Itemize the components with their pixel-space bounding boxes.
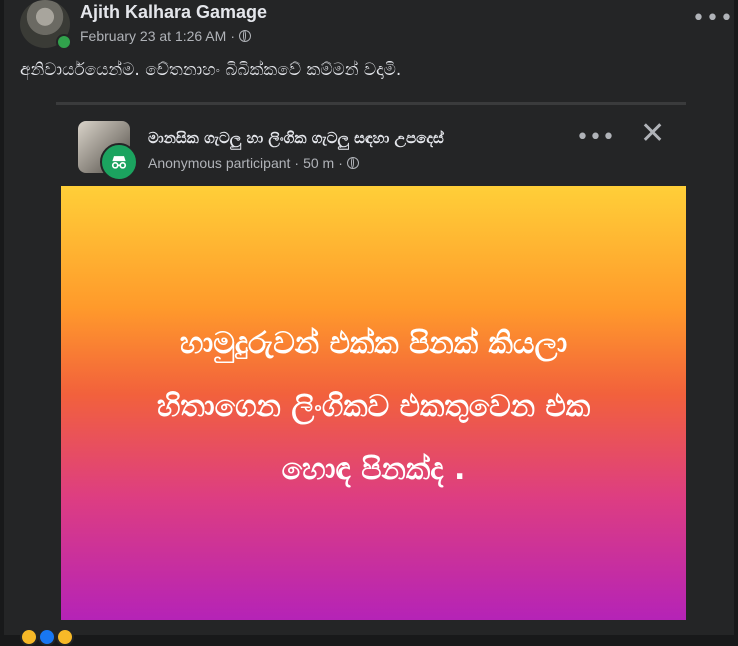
group-name[interactable]: මානසික ගැටලු හා ලිංගික ගැටලු සඳහා උපදෙස් bbox=[148, 129, 444, 147]
globe-icon bbox=[238, 30, 251, 42]
anonymous-author: Anonymous participant bbox=[148, 155, 291, 171]
more-options-button[interactable]: ••• bbox=[692, 6, 734, 31]
online-status-indicator bbox=[56, 34, 72, 50]
image-text-line: හිතාගෙන ලිංගිකව එකතුවෙන එක bbox=[156, 389, 591, 424]
incognito-icon bbox=[111, 156, 127, 169]
post-meta: February 23 at 1:26 AM · bbox=[80, 28, 251, 44]
post-timestamp[interactable]: February 23 at 1:26 AM bbox=[80, 28, 226, 44]
image-text: හාමුදුරුවන් එක්ක පිනක් කියලා හිතාගෙන ලිං… bbox=[61, 312, 686, 501]
anonymous-icon bbox=[100, 143, 138, 181]
meta-separator: · bbox=[338, 155, 343, 171]
image-text-line: හොඳ පිනක්ද . bbox=[281, 452, 466, 487]
haha-reaction-icon[interactable] bbox=[20, 628, 38, 646]
shared-time[interactable]: 50 m bbox=[303, 155, 334, 171]
close-icon[interactable]: ✕ bbox=[640, 119, 665, 149]
shared-meta: Anonymous participant · 50 m · bbox=[148, 155, 359, 171]
author-name[interactable]: Ajith Kalhara Gamage bbox=[80, 2, 267, 23]
wow-reaction-icon[interactable] bbox=[56, 628, 74, 646]
like-reaction-icon[interactable] bbox=[38, 628, 56, 646]
globe-icon bbox=[346, 157, 359, 169]
meta-separator: · bbox=[294, 155, 300, 171]
shared-more-button[interactable]: ••• bbox=[576, 125, 615, 150]
reactions-bar bbox=[4, 622, 734, 635]
meta-separator: · bbox=[230, 28, 235, 44]
image-text-line: හාමුදුරුවන් එක්ක පිනක් කියලා bbox=[179, 326, 568, 361]
post-caption: අනිවාර්යයෙන්ම. චේතනාහං බිබික්කවේ කම්මන් … bbox=[20, 60, 402, 80]
post-image[interactable]: හාමුදුරුවන් එක්ක පිනක් කියලා හිතාගෙන ලිං… bbox=[61, 186, 686, 620]
